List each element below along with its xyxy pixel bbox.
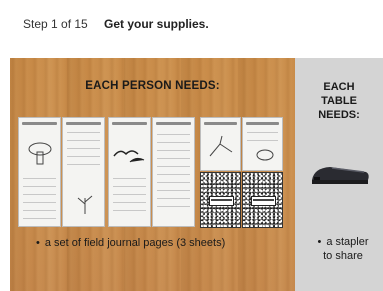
bird-sketch-icon (113, 150, 145, 163)
sheet-title-bar (156, 122, 191, 125)
table-supply-text-line2: to share (323, 250, 363, 262)
sheet-title-bar (66, 122, 101, 125)
field-journal-sheet-icon (62, 117, 105, 227)
field-journal-sheet-icon (200, 117, 241, 171)
field-journal-sheet-icon (18, 117, 61, 227)
sheet-title-bar (246, 122, 279, 125)
table-supplies-panel: EACH TABLE NEEDS: • a stapler to share (295, 58, 383, 291)
person-heading: EACH PERSON NEEDS: (85, 80, 220, 92)
sheet-title-bar (22, 122, 57, 125)
person-supply-bullet: • a set of field journal pages (3 sheets) (36, 237, 226, 249)
field-journal-sheet-icon (242, 117, 283, 171)
field-journal-sheet-icon (152, 117, 195, 227)
leaf-sketch-icon (256, 149, 274, 161)
sheet-title-bar (112, 122, 147, 125)
composition-notebook-icon (242, 172, 283, 228)
table-supply-bullet: • a stapler to share (305, 235, 381, 263)
plant-sketch-icon (77, 195, 93, 214)
mushroom-sketch-icon (28, 142, 52, 165)
table-heading: EACH TABLE NEEDS: (318, 81, 360, 121)
stapler-icon (312, 167, 369, 184)
person-supplies-panel: EACH PERSON NEEDS: • a set of field jour… (10, 58, 295, 291)
person-supply-text: a set of field journal pages (3 sheets) (44, 237, 226, 249)
composition-notebook-icon (200, 172, 241, 228)
step-header: Step 1 of 15 Get your supplies. (0, 0, 383, 58)
grasshopper-sketch-icon (209, 135, 233, 157)
step-title: Get your supplies. (104, 17, 209, 31)
table-supply-text-line1: a stapler (326, 236, 369, 248)
field-journal-sheet-icon (108, 117, 151, 227)
step-counter: Step 1 of 15 (23, 17, 88, 31)
sheet-title-bar (204, 122, 237, 125)
